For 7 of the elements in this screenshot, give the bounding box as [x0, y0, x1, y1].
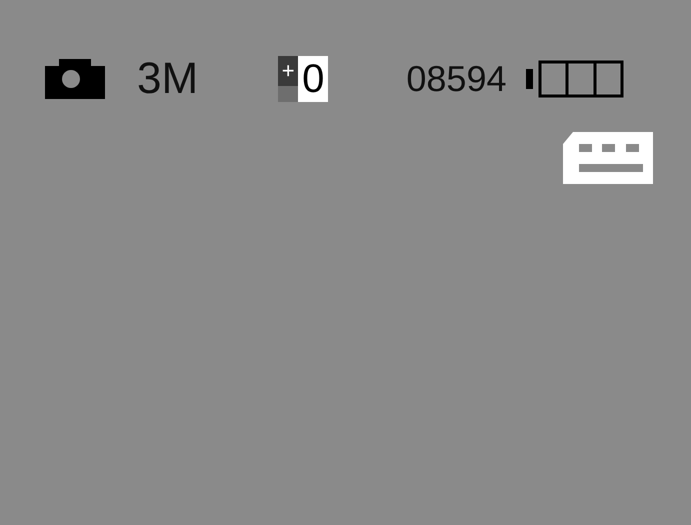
plus-sign: +	[278, 56, 298, 102]
resolution-text: 3M	[137, 57, 198, 101]
shots-remaining-text: 08594	[406, 58, 506, 100]
battery-icon	[526, 60, 624, 98]
camera-icon	[45, 59, 105, 99]
exposure-value: 0	[298, 56, 328, 102]
memory-card-icon	[563, 132, 653, 184]
